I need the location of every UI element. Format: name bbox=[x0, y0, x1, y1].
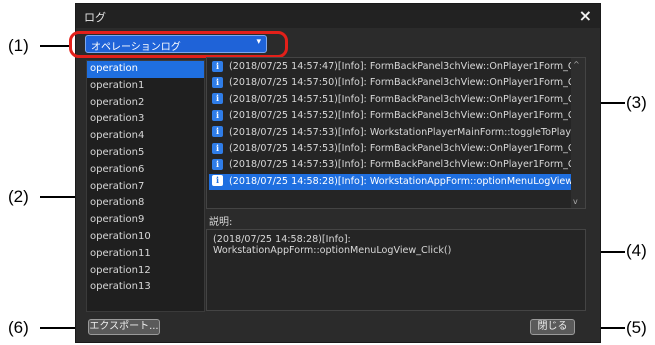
log-row[interactable]: i (2018/07/25 14:57:50)[Info]: FormBackPa… bbox=[209, 75, 571, 91]
info-icon: i bbox=[212, 158, 223, 170]
log-type-dropdown[interactable]: オペレーションログ ▾ bbox=[85, 35, 267, 53]
log-row[interactable]: i (2018/07/25 14:57:53)[Info]: Workstatio… bbox=[209, 125, 571, 141]
operation-item[interactable]: operation10 bbox=[87, 229, 204, 246]
info-icon: i bbox=[212, 76, 223, 88]
callout-3: (3) bbox=[626, 93, 647, 112]
scroll-down-icon[interactable]: v bbox=[573, 197, 578, 206]
log-row[interactable]: i (2018/07/25 14:57:53)[Info]: FormBackPa… bbox=[209, 157, 571, 173]
dialog-title: ログ bbox=[84, 11, 106, 24]
log-list[interactable]: i (2018/07/25 14:58:28)[Info]: Workstatio… bbox=[206, 57, 586, 209]
info-icon: i bbox=[212, 60, 223, 72]
info-icon: i bbox=[212, 126, 223, 138]
title-bar: ログ × bbox=[76, 4, 600, 28]
info-icon: i bbox=[212, 109, 223, 121]
leader-line-1 bbox=[40, 45, 70, 47]
operation-item[interactable]: operation5 bbox=[87, 145, 204, 162]
operation-item[interactable]: operation13 bbox=[87, 279, 204, 296]
operation-item[interactable]: operation2 bbox=[87, 95, 204, 112]
operation-item[interactable]: operation1 bbox=[87, 78, 204, 95]
operation-item[interactable]: operation6 bbox=[87, 162, 204, 179]
export-button[interactable]: エクスポート... bbox=[88, 319, 160, 335]
scroll-up-icon[interactable]: ^ bbox=[573, 60, 580, 69]
close-button[interactable]: 閉じる bbox=[530, 319, 575, 335]
callout-2: (2) bbox=[8, 187, 29, 206]
log-text: (2018/07/25 14:57:53)[Info]: Workstation… bbox=[229, 126, 571, 138]
log-scrollbar[interactable]: ^ v bbox=[571, 58, 585, 208]
description-text: (2018/07/25 14:58:28)[Info]: Workstation… bbox=[213, 234, 452, 256]
log-row[interactable]: i (2018/07/25 14:58:28)[Info]: Workstatio… bbox=[209, 173, 571, 190]
chevron-down-icon: ▾ bbox=[256, 37, 261, 47]
log-text: (2018/07/25 14:57:51)[Info]: FormBackPan… bbox=[229, 93, 571, 105]
description-box: (2018/07/25 14:58:28)[Info]: Workstation… bbox=[206, 229, 586, 311]
callout-4: (4) bbox=[626, 241, 647, 260]
log-text: (2018/07/25 14:57:53)[Info]: FormBackPan… bbox=[229, 143, 571, 154]
description-label: 説明: bbox=[209, 217, 233, 228]
callout-5: (5) bbox=[626, 318, 647, 337]
log-type-value: オペレーションログ bbox=[91, 42, 181, 53]
operation-item[interactable]: operation7 bbox=[87, 179, 204, 196]
log-text: (2018/07/25 14:57:53)[Info]: FormBackPan… bbox=[229, 159, 571, 171]
operation-item[interactable]: operation12 bbox=[87, 263, 204, 280]
callout-1: (1) bbox=[8, 36, 29, 55]
operation-item[interactable]: operation4 bbox=[87, 128, 204, 145]
log-text: (2018/07/25 14:57:50)[Info]: FormBackPan… bbox=[229, 77, 571, 89]
operation-list[interactable]: operation operation1 operation2 operation3 o… bbox=[86, 60, 205, 312]
operation-item[interactable]: operation bbox=[87, 61, 204, 78]
log-row[interactable]: i (2018/07/25 14:57:52)[Info]: FormBackPa… bbox=[209, 108, 571, 124]
callout-6: (6) bbox=[8, 318, 29, 337]
operation-item[interactable]: operation3 bbox=[87, 111, 204, 128]
log-text: (2018/07/25 14:57:52)[Info]: FormBackPan… bbox=[229, 110, 571, 122]
info-icon: i bbox=[212, 142, 223, 154]
info-icon: i bbox=[212, 93, 223, 105]
log-text: (2018/07/25 14:58:28)[Info]: Workstation… bbox=[229, 175, 571, 187]
log-text: (2018/07/25 14:57:47)[Info]: FormBackPan… bbox=[229, 61, 571, 72]
log-row[interactable]: i (2018/07/25 14:57:53)[Info]: FormBackPa… bbox=[209, 141, 571, 157]
log-row[interactable]: i (2018/07/25 14:57:47)[Info]: FormBackPa… bbox=[209, 59, 571, 75]
operation-item[interactable]: operation9 bbox=[87, 212, 204, 229]
log-row[interactable]: i (2018/07/25 14:57:51)[Info]: FormBackPa… bbox=[209, 92, 571, 108]
close-icon[interactable]: × bbox=[579, 6, 592, 25]
operation-item[interactable]: operation11 bbox=[87, 246, 204, 263]
operation-item[interactable]: operation8 bbox=[87, 195, 204, 212]
info-icon: i bbox=[212, 175, 223, 187]
